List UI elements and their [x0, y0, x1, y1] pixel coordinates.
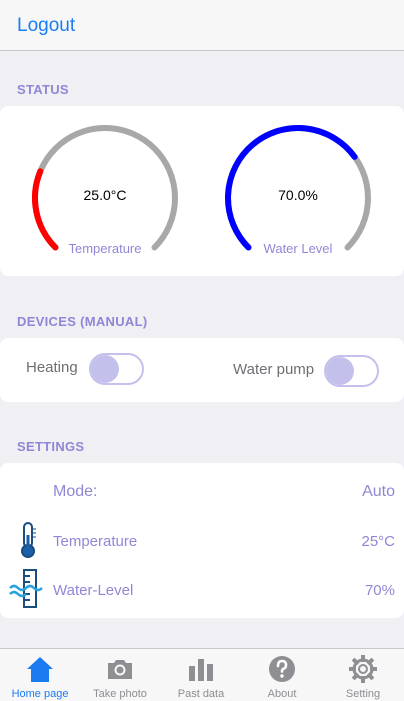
logout-button[interactable]: Logout — [17, 15, 75, 37]
home-icon — [27, 657, 53, 682]
bar-chart-icon — [189, 659, 213, 681]
status-card: 25.0°C Temperature 70.0% Water Level — [0, 106, 404, 276]
tab-past-data-label: Past data — [177, 688, 225, 700]
help-icon — [269, 656, 295, 682]
mode-label: Mode: — [53, 483, 98, 500]
heating-toggle[interactable] — [89, 353, 144, 385]
temperature-setting-label: Temperature — [53, 533, 138, 550]
tab-home-page-label: Home page — [11, 688, 69, 700]
temperature-setting-value: 25°C — [361, 533, 395, 550]
heating-toggle-knob — [91, 355, 119, 383]
camera-icon — [108, 660, 132, 679]
water-pump-toggle[interactable] — [324, 355, 379, 387]
temperature-gauge-label: Temperature — [68, 241, 142, 256]
tab-past-data[interactable]: Past data — [161, 649, 241, 701]
settings-card: Mode: Auto Temperature 25°C Water-Level … — [0, 463, 404, 618]
tab-take-photo[interactable]: Take photo — [80, 649, 160, 701]
water-pump-label: Water pump — [233, 361, 315, 378]
navigation-bar: Logout — [0, 0, 404, 51]
tab-home-page[interactable]: Home page — [0, 649, 80, 701]
devices-card: Heating Water pump — [0, 338, 404, 402]
mode-value: Auto — [362, 483, 395, 500]
temperature-gauge-value: 25.0°C — [83, 187, 127, 203]
heating-label: Heating — [26, 359, 78, 376]
tab-about-label: About — [267, 688, 297, 700]
settings-header: SETTINGS — [17, 439, 85, 454]
water-level-setting-label: Water-Level — [53, 582, 134, 599]
tab-take-photo-label: Take photo — [93, 688, 147, 700]
gear-icon — [349, 655, 377, 683]
water-pump-toggle-knob — [326, 357, 354, 385]
tab-about[interactable]: About — [242, 649, 322, 701]
temperature-gauge: 25.0°C Temperature — [25, 122, 185, 262]
tab-setting[interactable]: Setting — [323, 649, 403, 701]
devices-header: DEVICES (MANUAL) — [17, 314, 148, 329]
tab-setting-label: Setting — [345, 688, 381, 700]
water-level-gauge-value: 70.0% — [278, 187, 318, 203]
tab-bar: Home page Take photo Past data About Set… — [0, 648, 404, 701]
water-level-setting-value: 70% — [364, 582, 395, 599]
water-level-icon — [9, 569, 43, 608]
water-level-gauge: 70.0% Water Level — [218, 122, 378, 262]
water-level-gauge-label: Water Level — [263, 241, 333, 256]
status-header: STATUS — [17, 82, 69, 97]
thermometer-icon — [21, 522, 36, 558]
